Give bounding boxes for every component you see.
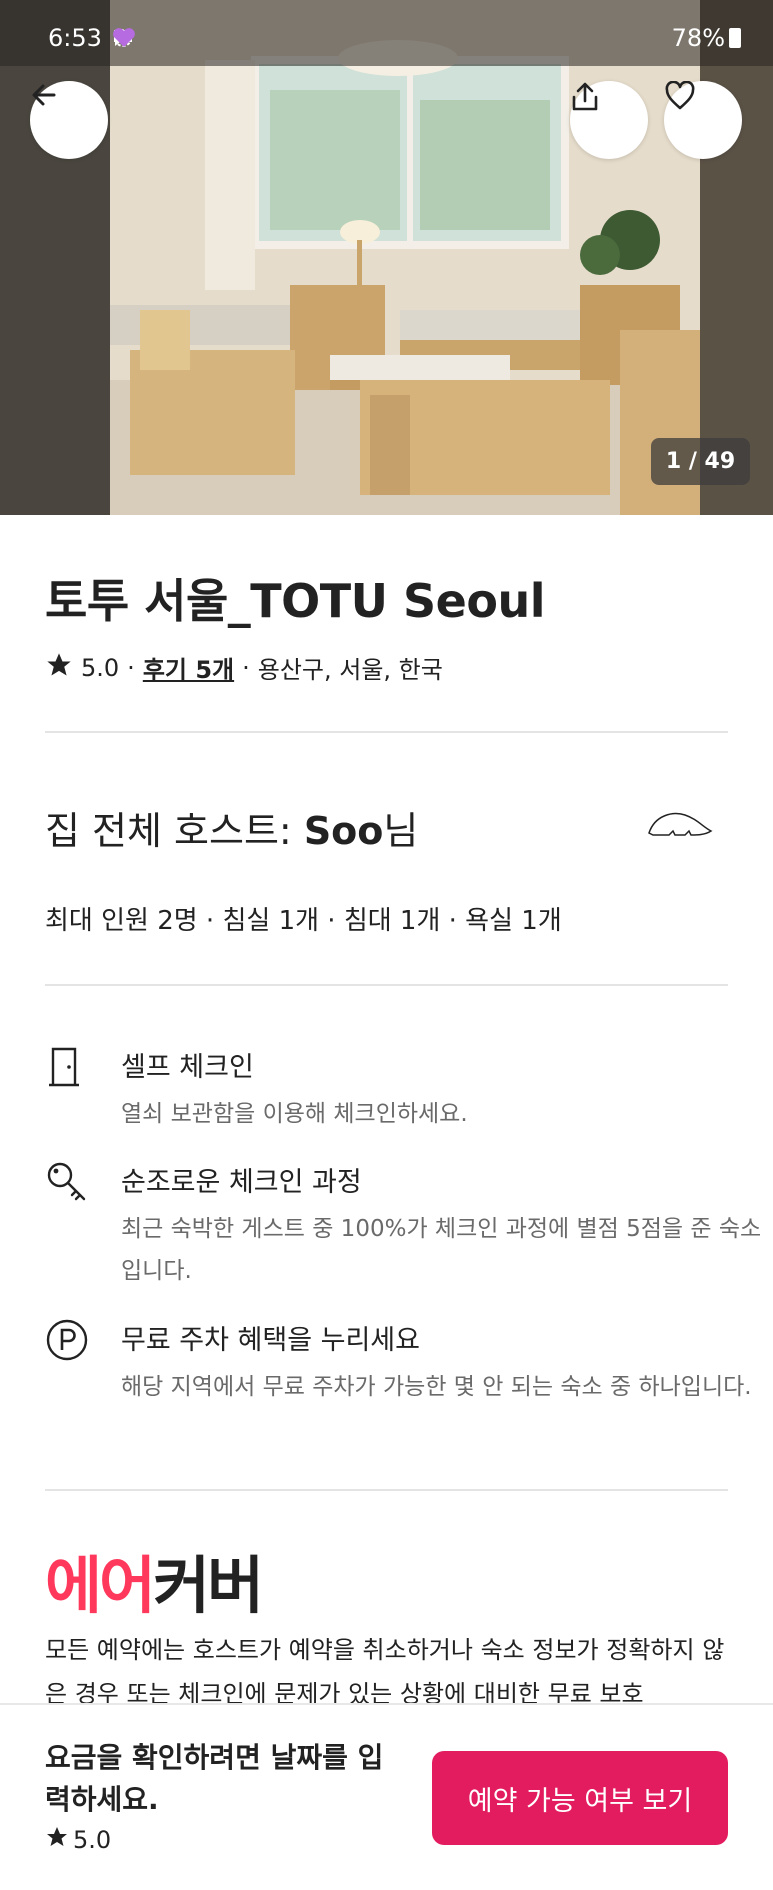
feature-desc: 해당 지역에서 무료 주차가 가능한 몇 안 되는 숙소 중 하나입니다.: [121, 1374, 752, 1400]
parking-icon: [45, 1318, 89, 1362]
host-avatar[interactable]: [645, 805, 715, 849]
photo-counter: 1 / 49: [651, 438, 750, 485]
back-button[interactable]: [30, 81, 108, 159]
key-icon: [45, 1160, 89, 1204]
star-icon: [45, 1825, 69, 1855]
footer-rating: 5.0: [45, 1825, 111, 1855]
footer-rating-value: 5.0: [73, 1826, 112, 1854]
status-bar: 6:53 78%: [0, 0, 773, 66]
rating-value: 5.0: [81, 653, 120, 682]
favorite-button[interactable]: [664, 81, 742, 159]
divider: [45, 984, 728, 986]
feature-title: 무료 주차 혜택을 누리세요: [121, 1325, 420, 1356]
aircover-logo-part2: 커버: [153, 1549, 264, 1622]
check-availability-button[interactable]: 예약 가능 여부 보기: [432, 1751, 728, 1845]
aircover-logo: 에어커버: [45, 1535, 264, 1625]
host-name: Soo: [303, 809, 384, 853]
feature-self-checkin: 셀프 체크인 열쇠 보관함을 이용해 체크인하세요.: [45, 1045, 735, 1145]
host-title: 집 전체 호스트: Soo님: [45, 800, 418, 855]
meta-separator: ·: [127, 653, 135, 682]
status-time: 6:53: [48, 24, 102, 52]
aircover-logo-part1: 에어: [45, 1549, 156, 1622]
location-text: 용산구, 서울, 한국: [257, 656, 443, 684]
feature-free-parking: 무료 주차 혜택을 누리세요 해당 지역에서 무료 주차가 가능한 몇 안 되는…: [45, 1318, 752, 1458]
feature-smooth-checkin: 순조로운 체크인 과정 최근 숙박한 게스트 중 100%가 체크인 과정에 별…: [45, 1160, 761, 1300]
capacity-summary: 최대 인원 2명 · 침실 1개 · 침대 1개 · 욕실 1개: [45, 906, 562, 936]
listing-title: 토투 서울_TOTU Seoul: [45, 574, 545, 628]
meta-separator: ·: [242, 653, 250, 682]
feature-title: 셀프 체크인: [121, 1052, 254, 1083]
footer-prompt: 요금을 확인하려면 날짜를 입력하세요.: [45, 1741, 384, 1816]
share-button[interactable]: [570, 81, 648, 159]
host-title-prefix: 집 전체 호스트:: [45, 809, 304, 853]
door-icon: [45, 1045, 89, 1089]
feature-title: 순조로운 체크인 과정: [121, 1167, 362, 1198]
reviews-link[interactable]: 후기 5개: [143, 650, 234, 685]
divider: [45, 1489, 728, 1491]
star-icon: [45, 651, 73, 685]
booking-footer: 요금을 확인하려면 날짜를 입력하세요. 5.0 예약 가능 여부 보기: [0, 1703, 773, 1890]
battery-percent: 78%: [671, 24, 725, 52]
host-title-suffix: 님: [383, 809, 419, 853]
feature-desc: 열쇠 보관함을 이용해 체크인하세요.: [121, 1101, 468, 1127]
feature-desc: 최근 숙박한 게스트 중 100%가 체크인 과정에 별점 5점을 준 숙소입니…: [121, 1216, 762, 1284]
listing-meta: 5.0 · 후기 5개 · 용산구, 서울, 한국: [45, 650, 443, 685]
battery-indicator: 78%: [672, 24, 741, 52]
battery-icon: [729, 28, 741, 48]
divider: [45, 731, 728, 733]
hero-photo[interactable]: 6:53 78% 1 / 49: [0, 0, 773, 515]
